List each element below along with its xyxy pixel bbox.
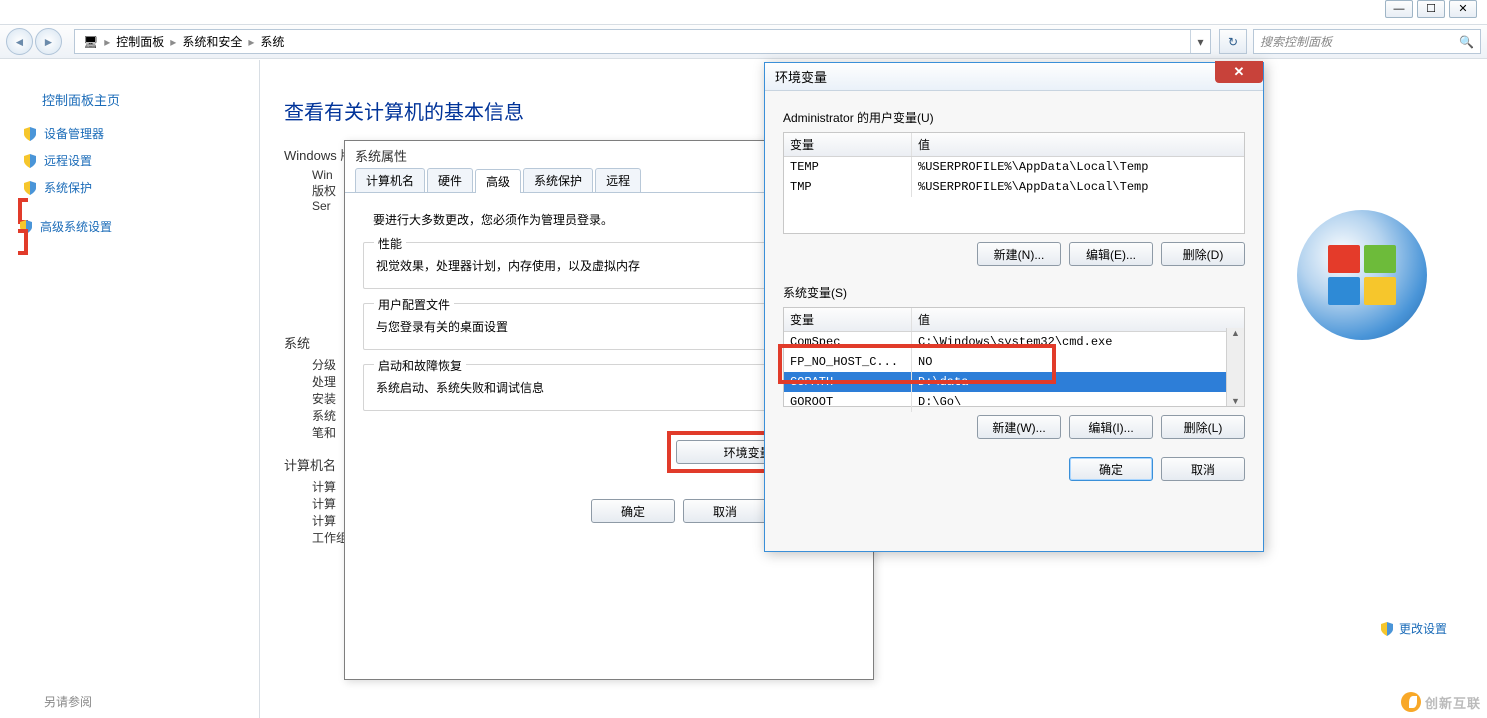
watermark: 创新互联 (1401, 692, 1481, 712)
shield-icon (1379, 621, 1395, 637)
env-cancel-button[interactable]: 取消 (1161, 457, 1245, 481)
breadcrumb-addressbar[interactable]: 🖥 ▸ 控制面板 ▸ 系统和安全 ▸ 系统 ▾ (74, 29, 1211, 54)
ok-button[interactable]: 确定 (591, 499, 675, 523)
search-icon[interactable]: 🔍 (1459, 35, 1474, 49)
shield-icon (22, 126, 38, 142)
table-row[interactable]: GOROOT D:\Go\ (784, 392, 1244, 412)
environment-variables-dialog: 环境变量 ✕ Administrator 的用户变量(U) 变量 值 TEMP … (764, 62, 1264, 552)
system-edit-button[interactable]: 编辑(I)... (1069, 415, 1153, 439)
column-header-variable[interactable]: 变量 (784, 133, 912, 156)
search-input[interactable]: 搜索控制面板 🔍 (1253, 29, 1481, 54)
sidebar-item-system-protection[interactable]: 系统保护 (22, 179, 259, 196)
table-row[interactable]: FP_NO_HOST_C... NO (784, 352, 1244, 372)
user-delete-button[interactable]: 删除(D) (1161, 242, 1245, 266)
sidebar-item-remote-settings[interactable]: 远程设置 (22, 152, 259, 169)
group-title: 启动和故障恢复 (374, 357, 466, 374)
sidebar-item-label: 设备管理器 (44, 125, 104, 142)
sidebar-item-device-manager[interactable]: 设备管理器 (22, 125, 259, 142)
windows-logo-icon (1297, 210, 1427, 340)
refresh-button[interactable]: ↻ (1219, 29, 1247, 54)
sidebar: 控制面板主页 设备管理器 远程设置 系统保护 高级系统设置 另请参阅 (0, 60, 260, 718)
breadcrumb-system[interactable]: 系统 (256, 33, 288, 50)
table-row[interactable]: ComSpec C:\Windows\system32\cmd.exe (784, 332, 1244, 352)
breadcrumb-system-security[interactable]: 系统和安全 (178, 33, 246, 50)
window-close-button[interactable]: ✕ (1449, 0, 1477, 18)
tab-advanced[interactable]: 高级 (475, 169, 521, 193)
sidebar-item-label: 远程设置 (44, 152, 92, 169)
user-edit-button[interactable]: 编辑(E)... (1069, 242, 1153, 266)
right-info-panel: 更改设置 (1277, 210, 1447, 637)
navigation-bar: ◄ ► 🖥 ▸ 控制面板 ▸ 系统和安全 ▸ 系统 ▾ ↻ 搜索控制面板 🔍 (0, 24, 1487, 59)
column-header-value[interactable]: 值 (912, 133, 1244, 156)
group-title: 用户配置文件 (374, 296, 454, 313)
breadcrumb-root-icon[interactable]: 🖥 (79, 35, 102, 49)
shield-icon (22, 180, 38, 196)
sidebar-see-also: 另请参阅 (44, 693, 92, 710)
user-vars-table[interactable]: 变量 值 TEMP %USERPROFILE%\AppData\Local\Te… (783, 132, 1245, 234)
env-ok-button[interactable]: 确定 (1069, 457, 1153, 481)
column-header-value[interactable]: 值 (912, 308, 1244, 331)
system-delete-button[interactable]: 删除(L) (1161, 415, 1245, 439)
sidebar-item-label: 系统保护 (44, 179, 92, 196)
scrollbar[interactable] (1226, 328, 1244, 406)
cancel-button[interactable]: 取消 (683, 499, 767, 523)
tab-computer-name[interactable]: 计算机名 (355, 168, 425, 192)
tab-hardware[interactable]: 硬件 (427, 168, 473, 192)
system-vars-table[interactable]: 变量 值 ComSpec C:\Windows\system32\cmd.exe… (783, 307, 1245, 407)
search-placeholder: 搜索控制面板 (1260, 33, 1332, 50)
tab-remote[interactable]: 远程 (595, 168, 641, 192)
user-vars-section-title: Administrator 的用户变量(U) (783, 109, 1245, 126)
sidebar-item-label: 高级系统设置 (40, 218, 112, 235)
sidebar-home-link[interactable]: 控制面板主页 (42, 90, 259, 109)
group-title: 性能 (374, 235, 406, 252)
user-new-button[interactable]: 新建(N)... (977, 242, 1061, 266)
shield-icon (22, 153, 38, 169)
shield-icon (18, 219, 34, 235)
nav-forward-button[interactable]: ► (35, 28, 62, 55)
nav-back-button[interactable]: ◄ (6, 28, 33, 55)
highlight-box: 高级系统设置 (18, 198, 259, 255)
watermark-logo-icon (1401, 692, 1421, 712)
table-row-selected[interactable]: GOPATH D:\data (784, 372, 1244, 392)
window-maximize-button[interactable]: ☐ (1417, 0, 1445, 18)
change-settings-link[interactable]: 更改设置 (1277, 620, 1447, 637)
breadcrumb-dropdown-icon[interactable]: ▾ (1190, 30, 1210, 53)
table-row[interactable]: TMP %USERPROFILE%\AppData\Local\Temp (784, 177, 1244, 197)
tab-system-protection[interactable]: 系统保护 (523, 168, 593, 192)
close-button[interactable]: ✕ (1215, 61, 1263, 83)
env-dialog-title: 环境变量 ✕ (765, 63, 1263, 91)
system-vars-section-title: 系统变量(S) (783, 284, 1245, 301)
breadcrumb-control-panel[interactable]: 控制面板 (112, 33, 168, 50)
system-new-button[interactable]: 新建(W)... (977, 415, 1061, 439)
window-minimize-button[interactable]: — (1385, 0, 1413, 18)
sidebar-item-advanced-system-settings[interactable]: 高级系统设置 (18, 218, 259, 235)
table-row[interactable]: TEMP %USERPROFILE%\AppData\Local\Temp (784, 157, 1244, 177)
column-header-variable[interactable]: 变量 (784, 308, 912, 331)
